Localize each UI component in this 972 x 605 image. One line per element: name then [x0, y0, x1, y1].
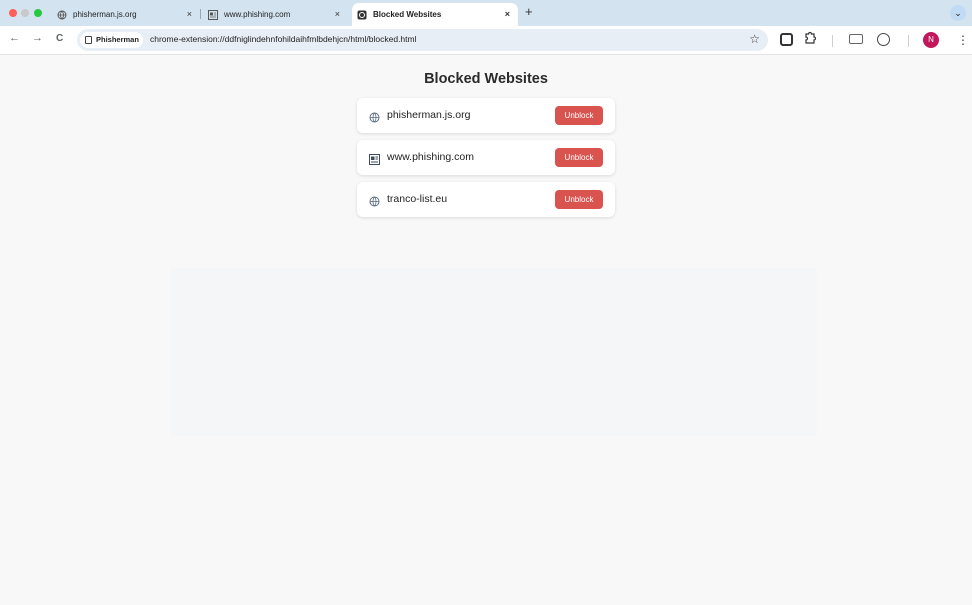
blocked-site-name: tranco-list.eu: [387, 193, 448, 205]
maximize-window-button[interactable]: [34, 9, 42, 17]
toolbar-divider: [908, 35, 909, 47]
site-chip[interactable]: Phisherman: [80, 32, 143, 48]
tab-divider: [200, 9, 201, 19]
globe-icon: [57, 10, 67, 20]
address-bar[interactable]: Phisherman chrome-extension://ddfniglind…: [77, 29, 768, 51]
profile-avatar[interactable]: N: [923, 32, 939, 48]
globe-icon: [369, 194, 380, 207]
globe-icon: [369, 110, 380, 123]
back-button[interactable]: ←: [9, 32, 20, 44]
extension-page-icon: [85, 36, 92, 44]
tab-title: phisherman.js.org: [73, 10, 137, 19]
browser-toolbar: ← → C Phisherman chrome-extension://ddfn…: [0, 26, 972, 55]
close-tab-icon[interactable]: ×: [335, 9, 340, 19]
phisherman-extension-icon[interactable]: [780, 33, 793, 46]
tab-phishing[interactable]: www.phishing.com ×: [202, 3, 348, 26]
unblock-button[interactable]: Unblock: [555, 148, 603, 167]
close-window-button[interactable]: [9, 9, 17, 17]
tab-blocked-websites[interactable]: Blocked Websites ×: [352, 3, 518, 26]
unblock-button[interactable]: Unblock: [555, 106, 603, 125]
new-tab-button[interactable]: +: [525, 4, 533, 19]
toolbar-divider: [832, 35, 833, 47]
tab-title: Blocked Websites: [373, 10, 442, 19]
blocked-site-name: www.phishing.com: [387, 151, 474, 163]
site-chip-label: Phisherman: [96, 35, 139, 44]
blocked-site-card: www.phishing.com Unblock: [357, 140, 615, 175]
blocked-site-name: phisherman.js.org: [387, 109, 471, 121]
lens-icon[interactable]: [877, 33, 890, 46]
minimize-window-button[interactable]: [21, 9, 29, 17]
url-text[interactable]: chrome-extension://ddfniglindehnfohildai…: [150, 34, 416, 44]
close-tab-icon[interactable]: ×: [505, 9, 510, 19]
blocked-site-card: phisherman.js.org Unblock: [357, 98, 615, 133]
tab-strip: phisherman.js.org × www.phishing.com × B…: [0, 0, 972, 26]
bookmark-star-icon[interactable]: ☆: [749, 32, 760, 46]
cast-icon[interactable]: [849, 34, 863, 44]
newspaper-icon: [208, 9, 218, 20]
page-content: Blocked Websites phisherman.js.org Unblo…: [0, 56, 972, 605]
background-panel: [170, 268, 817, 436]
tab-title: www.phishing.com: [224, 10, 291, 19]
browser-menu-icon[interactable]: ⋮: [957, 33, 969, 47]
tab-search-button[interactable]: ⌄: [950, 5, 966, 21]
page-title: Blocked Websites: [424, 71, 548, 87]
tab-phisherman[interactable]: phisherman.js.org ×: [52, 3, 200, 26]
forward-button[interactable]: →: [32, 32, 43, 44]
reload-button[interactable]: C: [56, 33, 63, 44]
unblock-button[interactable]: Unblock: [555, 190, 603, 209]
extension-page-icon: [357, 10, 367, 20]
extensions-puzzle-icon[interactable]: [803, 31, 817, 44]
blocked-site-card: tranco-list.eu Unblock: [357, 182, 615, 217]
newspaper-icon: [369, 152, 380, 165]
close-tab-icon[interactable]: ×: [187, 9, 192, 19]
